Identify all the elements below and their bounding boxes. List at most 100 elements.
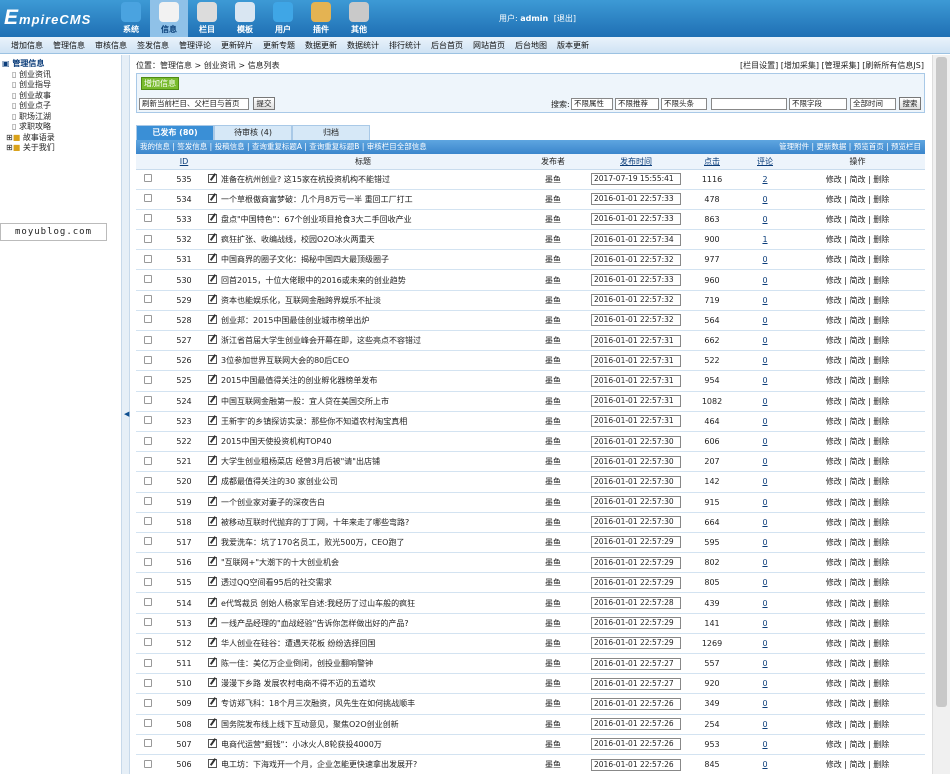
table-row[interactable]: 532 疯狂扩张、收编战线，校园O2O冰火两重天 墨鱼 2016-01-01 22:5… [136,229,925,251]
table-row[interactable]: 507 电商代运营"掘钱"：小冰火人8轮获投4000万 墨鱼 2016-01-01 2… [136,734,925,755]
comments-link[interactable]: 0 [762,498,767,507]
title-link[interactable]: 大学生创业租杨菜店 经营3月后被"请"出店铺 [221,457,380,466]
table-row[interactable]: 529 资本也能娱乐化，互联网金融跨界娱乐不扯淡 墨鱼 2016-01-01 22:5… [136,290,925,311]
edit-icon[interactable] [208,456,217,466]
checkbox[interactable] [144,335,152,344]
time-field[interactable]: 2016-01-01 22:57:30 [591,475,681,488]
row-ops[interactable]: 修改 | 简改 | 删除 [790,330,925,352]
row-title[interactable]: 大学生创业租杨菜店 经营3月后被"请"出店铺 [208,451,518,473]
title-link[interactable]: 中国互联网金融第一股：宜人贷在美国交所上市 [221,397,389,406]
collapse-arrow-icon[interactable]: ◀ [124,410,129,418]
row-ops[interactable]: 修改 | 简改 | 删除 [790,169,925,190]
nav-user[interactable]: 用户 [264,0,302,37]
comments-link[interactable]: 0 [762,255,767,264]
checkbox[interactable] [144,678,152,687]
title-link[interactable]: 回首2015，十位大佬眼中的2016或未来的创业趋势 [221,276,406,285]
time-field[interactable]: 2017-07-19 15:55:41 [591,173,681,186]
sidebar-splitter[interactable]: ◀ [122,55,130,774]
row-comments[interactable]: 0 [740,532,790,554]
row-comments[interactable]: 0 [740,754,790,774]
time-field[interactable]: 2016-01-01 22:57:32 [591,294,681,307]
table-row[interactable]: 526 3位参加世界互联网大会的80后CEO 墨鱼 2016-01-01 22:57:… [136,350,925,372]
checkbox[interactable] [144,658,152,667]
edit-icon[interactable] [208,698,217,708]
row-title[interactable]: 王新宇'的乡镇探访实录：那些你不知道农村淘宝真相 [208,411,518,432]
row-comments[interactable]: 0 [740,572,790,594]
row-ops[interactable]: 修改 | 简改 | 删除 [790,653,925,675]
row-title[interactable]: 一线产品经理的"血战经验"告诉你怎样做出好的产品? [208,613,518,634]
time-header[interactable]: 发布时间 [588,154,684,170]
menu-item[interactable]: 签发信息 [137,37,169,53]
expand-icon[interactable]: ⊞ [6,143,13,152]
checkbox[interactable] [144,537,152,546]
menu-item[interactable]: 管理评论 [179,37,211,53]
row-title[interactable]: 中国商界的圈子文化：揭秘中国四大最顶级圈子 [208,249,518,271]
edit-icon[interactable] [208,759,217,769]
row-comments[interactable]: 0 [740,370,790,392]
time-field[interactable]: 2016-01-01 22:57:31 [591,354,681,367]
checkbox[interactable] [144,416,152,425]
nav-globe[interactable]: 系统 [112,0,150,37]
tree-root[interactable]: ▣ 管理信息 [2,59,119,70]
row-ops[interactable]: 修改 | 简改 | 删除 [790,734,925,755]
title-link[interactable]: 被移动互联时代抛弃的丁丁网，十年来走了哪些弯路? [221,518,409,527]
time-field[interactable]: 2016-01-01 22:57:30 [591,516,681,529]
title-link[interactable]: 一个草根傲商富梦破：几个月8万亏一半 重回工厂打工 [221,195,413,204]
edit-icon[interactable] [208,718,217,728]
edit-icon[interactable] [208,738,217,748]
row-comments[interactable]: 0 [740,613,790,634]
row-title[interactable]: 2015中国天使投资机构TOP40 [208,431,518,453]
title-link[interactable]: 中国商界的圈子文化：揭秘中国四大最顶级圈子 [221,255,389,264]
nav-gear[interactable]: 其他 [340,0,378,37]
time-field[interactable]: 2016-01-01 22:57:33 [591,193,681,206]
row-select[interactable] [136,249,160,271]
checkbox[interactable] [144,355,152,364]
comments-link[interactable]: 0 [762,699,767,708]
tab-published[interactable]: 已发布 (80) [136,125,214,140]
comments-link[interactable]: 0 [762,538,767,547]
row-ops[interactable]: 修改 | 简改 | 删除 [790,310,925,332]
table-row[interactable]: 523 王新宇'的乡镇探访实录：那些你不知道农村淘宝真相 墨鱼 2016-01-01 … [136,411,925,432]
nav-template[interactable]: 模板 [226,0,264,37]
row-comments[interactable]: 0 [740,350,790,372]
title-link[interactable]: 国务院发布线上线下互动意见，聚焦O2O创业创新 [221,720,399,729]
row-comments[interactable]: 0 [740,451,790,473]
row-select[interactable] [136,290,160,311]
row-comments[interactable]: 2 [740,169,790,190]
tree-group[interactable]: ⊞■ 故事语录 [2,133,119,144]
row-comments[interactable]: 0 [740,471,790,493]
row-ops[interactable]: 修改 | 简改 | 删除 [790,613,925,634]
title-link[interactable]: 一个创业家对妻子的深夜告白 [221,498,325,507]
row-select[interactable] [136,492,160,513]
comments-link[interactable]: 0 [762,578,767,587]
row-select[interactable] [136,189,160,210]
row-comments[interactable]: 0 [740,290,790,311]
time-field[interactable]: 2016-01-01 22:57:34 [591,233,681,246]
checkbox[interactable] [144,517,152,526]
row-title[interactable]: 电商代运营"掘钱"：小冰火人8轮获投4000万 [208,734,518,755]
checkbox[interactable] [144,557,152,566]
edit-icon[interactable] [208,658,217,668]
row-select[interactable] [136,633,160,655]
row-select[interactable] [136,552,160,574]
action-links-left[interactable]: 我的信息 | 签发信息 | 投稿信息 | 查询重复标题A | 查询重复标题B |… [140,142,427,151]
checkbox[interactable] [144,698,152,707]
checkbox[interactable] [144,174,152,183]
field-select[interactable]: 不限字段 [789,98,847,110]
row-title[interactable]: 我爱洗车：坑了170名员工，败光500万，CEO跑了 [208,532,518,554]
edit-icon[interactable] [208,476,217,486]
scrollbar-thumb[interactable] [936,57,947,707]
checkbox[interactable] [144,194,152,203]
row-select[interactable] [136,714,160,735]
time-field[interactable]: 2016-01-01 22:57:31 [591,334,681,347]
table-row[interactable]: 508 国务院发布线上线下互动意见，聚焦O2O创业创新 墨鱼 2016-01-01 2… [136,714,925,735]
row-comments[interactable]: 0 [740,310,790,332]
tab-pending[interactable]: 待审核 (4) [214,125,292,140]
table-row[interactable]: 533 盘点"中国特色"：67个创业项目抢食3大二手回收产业 墨鱼 2016-01-0… [136,209,925,231]
title-link[interactable]: 华人创业在硅谷：遭遇天花板 纷纷选择回国 [221,639,376,648]
comments-link[interactable]: 2 [762,175,767,184]
time-field[interactable]: 2016-01-01 22:57:29 [591,556,681,569]
title-link[interactable]: 疯狂扩张、收编战线，校园O2O冰火两重天 [221,235,375,244]
table-row[interactable]: 527 浙江省首届大学生创业峰会开幕在即，这些亮点不容错过 墨鱼 2016-01-01… [136,330,925,352]
row-select[interactable] [136,370,160,392]
